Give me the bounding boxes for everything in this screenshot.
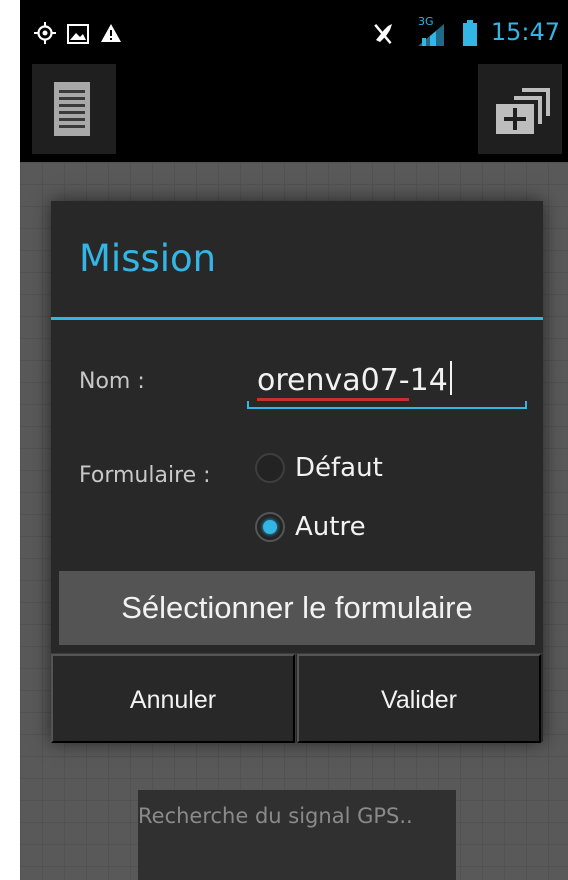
radio-other[interactable] — [255, 512, 285, 542]
radio-default[interactable] — [255, 453, 285, 483]
gps-status-box: Recherche du signal GPS.. — [138, 790, 456, 880]
dialog-button-row: Annuler Valider — [51, 653, 543, 743]
add-window-icon — [496, 88, 550, 134]
gps-icon — [34, 22, 56, 44]
button-divider — [295, 654, 296, 743]
image-icon — [67, 24, 89, 44]
list-button[interactable] — [32, 64, 116, 154]
phone-screen: 3G 15:47 Recherche du signal GPS.. Missi… — [20, 0, 568, 880]
cancel-button[interactable]: Annuler — [51, 654, 295, 743]
dialog-title: Mission — [79, 237, 217, 280]
title-divider — [51, 317, 543, 320]
warning-icon — [101, 24, 121, 42]
spellcheck-underline — [257, 398, 409, 401]
action-bar — [20, 60, 568, 162]
signal-icon — [418, 24, 444, 46]
gps-status-text: Recherche du signal GPS.. — [138, 804, 413, 828]
form-label: Formulaire : — [79, 463, 211, 488]
mute-icon — [374, 24, 392, 45]
mission-dialog: Mission Nom : orenva07-14 Formulaire : D… — [51, 201, 543, 743]
name-label: Nom : — [79, 369, 145, 394]
name-input-underline — [247, 401, 527, 409]
name-input[interactable]: orenva07-14 — [257, 361, 452, 398]
radio-other-label[interactable]: Autre — [295, 512, 366, 542]
name-input-value: orenva07-14 — [257, 363, 448, 398]
radio-default-label[interactable]: Défaut — [295, 453, 383, 483]
list-icon — [54, 82, 90, 136]
confirm-button[interactable]: Valider — [297, 654, 541, 743]
text-cursor — [449, 361, 452, 395]
new-window-button[interactable] — [478, 64, 562, 154]
select-form-button[interactable]: Sélectionner le formulaire — [59, 571, 535, 645]
clock: 15:47 — [490, 18, 560, 46]
battery-icon — [463, 20, 477, 46]
status-bar: 3G 15:47 — [20, 0, 568, 60]
map-view[interactable]: Recherche du signal GPS.. Mission Nom : … — [20, 162, 568, 880]
